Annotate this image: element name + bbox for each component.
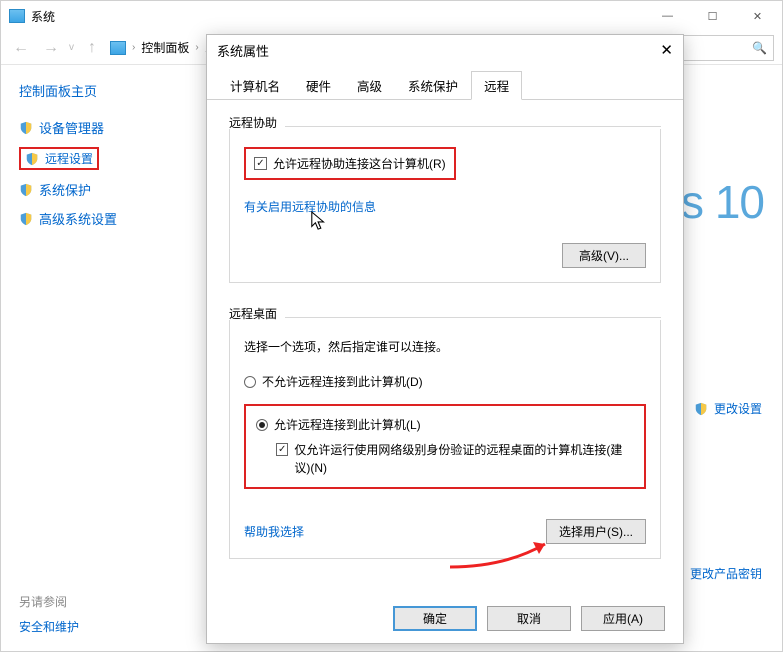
sidebar-item-remote-settings[interactable]: 远程设置 — [19, 147, 99, 170]
apply-button[interactable]: 应用(A) — [581, 606, 665, 631]
shield-icon — [19, 212, 33, 226]
checkbox-icon — [254, 157, 267, 170]
sidebar-item-system-protection[interactable]: 系统保护 — [19, 180, 183, 199]
tab-remote[interactable]: 远程 — [471, 71, 522, 100]
sidebar-item-label: 设备管理器 — [39, 118, 104, 137]
sidebar-item-advanced-settings[interactable]: 高级系统设置 — [19, 209, 183, 228]
advanced-button[interactable]: 高级(V)... — [562, 243, 646, 268]
sidebar-item-device-manager[interactable]: 设备管理器 — [19, 118, 183, 137]
cancel-button[interactable]: 取消 — [487, 606, 571, 631]
sidebar-item-label: 远程设置 — [45, 150, 93, 167]
search-icon: 🔍 — [752, 41, 767, 55]
sidebar-home[interactable]: 控制面板主页 — [19, 81, 183, 100]
history-dropdown[interactable]: v — [69, 42, 74, 53]
close-button[interactable]: ✕ — [735, 3, 780, 29]
ok-button[interactable]: 确定 — [393, 606, 477, 631]
radio-disallow[interactable]: 不允许远程连接到此计算机(D) — [244, 373, 646, 390]
see-also-heading: 另请参阅 — [19, 593, 79, 610]
tab-computer-name[interactable]: 计算机名 — [217, 71, 293, 99]
shield-icon — [19, 121, 33, 135]
sidebar-item-label: 系统保护 — [39, 180, 91, 199]
radio-allow[interactable]: 允许远程连接到此计算机(L) — [256, 416, 634, 433]
maximize-button[interactable]: ☐ — [690, 3, 735, 29]
select-users-button[interactable]: 选择用户(S)... — [546, 519, 646, 544]
system-properties-dialog: 系统属性 ✕ 计算机名 硬件 高级 系统保护 远程 远程协助 允许远程协助连接这… — [206, 34, 684, 644]
tab-system-protection[interactable]: 系统保护 — [395, 71, 471, 99]
shield-icon — [19, 183, 33, 197]
bg-titlebar: 系统 — ☐ ✕ — [1, 1, 782, 31]
breadcrumb[interactable]: 控制面板 — [141, 39, 189, 56]
remote-assistance-group: 允许远程协助连接这台计算机(R) 有关启用远程协助的信息 高级(V)... — [229, 129, 661, 283]
system-icon — [9, 9, 25, 23]
dialog-footer: 确定 取消 应用(A) — [393, 606, 665, 631]
forward-button[interactable]: → — [39, 39, 63, 57]
dialog-titlebar[interactable]: 系统属性 ✕ — [207, 35, 683, 65]
system-icon — [110, 41, 126, 55]
highlight-box: 允许远程协助连接这台计算机(R) — [244, 147, 456, 180]
help-me-choose-link[interactable]: 帮助我选择 — [244, 523, 304, 540]
sidebar: 控制面板主页 设备管理器 远程设置 系统保护 高级系统设置 另请参阅 — [1, 65, 201, 651]
remote-desktop-group: 选择一个选项，然后指定谁可以连接。 不允许远程连接到此计算机(D) 允许远程连接… — [229, 320, 661, 559]
tab-hardware[interactable]: 硬件 — [293, 71, 344, 99]
dialog-title: 系统属性 — [217, 41, 269, 60]
assist-info-link[interactable]: 有关启用远程协助的信息 — [244, 200, 376, 214]
back-button[interactable]: ← — [9, 39, 33, 57]
see-also-link[interactable]: 安全和维护 — [19, 618, 79, 635]
up-button[interactable]: ↑ — [80, 39, 104, 57]
minimize-button[interactable]: — — [645, 3, 690, 29]
tab-row: 计算机名 硬件 高级 系统保护 远程 — [207, 65, 683, 100]
radio-icon — [244, 376, 256, 388]
nla-checkbox[interactable]: 仅允许运行使用网络级别身份验证的远程桌面的计算机连接(建议)(N) — [276, 441, 634, 477]
sidebar-item-label: 高级系统设置 — [39, 209, 117, 228]
allow-remote-assistance-checkbox[interactable]: 允许远程协助连接这台计算机(R) — [254, 155, 446, 172]
shield-icon — [25, 152, 39, 166]
checkbox-icon — [276, 443, 288, 456]
change-settings-link[interactable]: 更改设置 — [694, 400, 762, 417]
tab-advanced[interactable]: 高级 — [344, 71, 395, 99]
radio-icon — [256, 419, 268, 431]
window-title: 系统 — [31, 8, 55, 25]
shield-icon — [694, 402, 708, 416]
highlight-box: 允许远程连接到此计算机(L) 仅允许运行使用网络级别身份验证的远程桌面的计算机连… — [244, 404, 646, 489]
desktop-desc: 选择一个选项，然后指定谁可以连接。 — [244, 338, 646, 355]
dialog-close-button[interactable]: ✕ — [633, 41, 673, 59]
